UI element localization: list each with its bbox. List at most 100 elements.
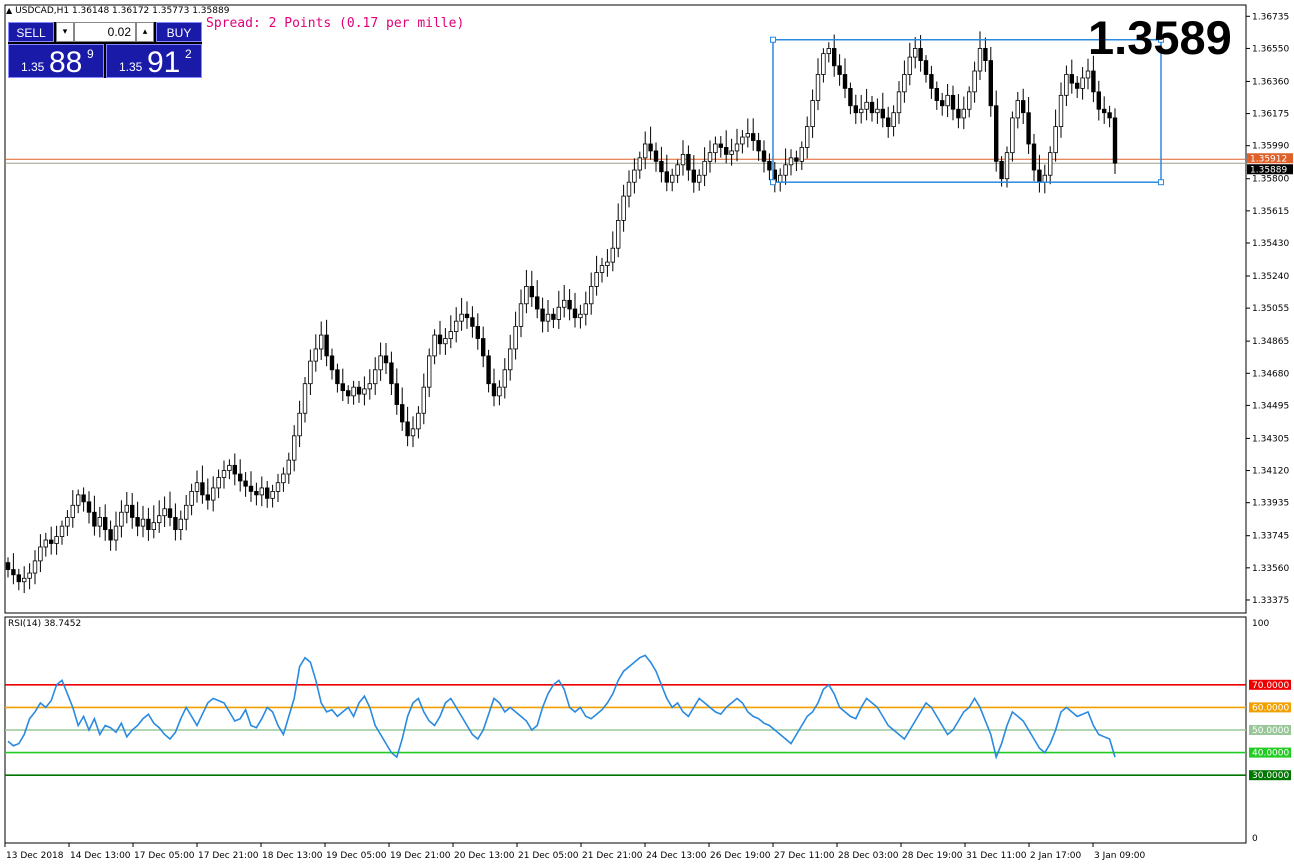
buy-button[interactable]: BUY [156,22,202,42]
price-tick-label: 1.35800 [1252,175,1289,185]
rsi-title: RSI(14) 38.7452 [8,619,82,629]
candle-body [432,334,437,357]
lot-size-input[interactable]: 0.02 [74,22,136,42]
candle-body [210,487,216,501]
candle-body [335,369,340,385]
candle-body [243,480,248,487]
candle-body [1053,126,1058,154]
candle-body [988,60,993,107]
candle-body [513,325,518,350]
sell-button[interactable]: SELL [8,22,54,42]
price-tick-label: 1.35240 [1252,272,1289,282]
time-tick-label: 21 Dec 05:00 [518,851,579,861]
candle-body [886,117,891,127]
time-tick-label: 27 Dec 11:00 [774,851,835,861]
rsi-level-label: 60.0000 [1252,703,1289,713]
candle-body [977,48,983,72]
candle-body [610,247,615,263]
candle-body [1048,152,1053,176]
candle-body [383,355,389,364]
time-tick-label: 18 Dec 13:00 [262,851,323,861]
candle-body [1058,94,1064,128]
price-tick-label: 1.36175 [1252,110,1289,120]
candle-body [189,490,194,506]
candle-body [1037,169,1042,183]
candle-body [972,70,977,93]
symbol-ohlc-text: USDCAD,H1 1.36148 1.36172 1.35773 1.3588… [15,6,230,16]
candle-body [372,369,378,385]
candle-body [637,157,642,171]
candle-body [724,147,729,155]
rsi-level-label: 50.0000 [1252,726,1289,736]
price-tick-label: 1.35615 [1252,207,1289,217]
candle-body [815,74,821,101]
candle-body [11,569,16,576]
candle-body [734,143,740,152]
time-tick-label: 17 Dec 21:00 [198,851,259,861]
candle-body [16,574,21,583]
candle-body [1015,100,1020,119]
price-tick-label: 1.33375 [1252,596,1289,606]
price-tick-label: 1.33560 [1252,564,1289,574]
time-tick-label: 26 Dec 19:00 [710,851,771,861]
candle-body [691,169,696,183]
candle-body [302,383,308,414]
candle-body [459,313,464,322]
candle-body [632,169,637,183]
candle-body [891,112,896,128]
candle-body [21,577,27,583]
lot-decrease-icon[interactable]: ▾ [56,22,74,42]
collapse-triangle-icon[interactable]: ▲ [6,6,12,15]
candle-body [913,48,918,58]
spread-text: Spread: 2 Points (0.17 per mille) [206,16,465,31]
time-tick-label: 19 Dec 21:00 [390,851,451,861]
candle-body [340,383,345,392]
candle-body [767,160,772,171]
candle-body [648,143,653,152]
candle-body [103,517,108,531]
candle-body [92,511,97,527]
candle-body [702,160,707,176]
candle-body [680,153,686,166]
candle-body [259,487,264,496]
candle-body [950,94,956,110]
price-tick-label: 1.34120 [1252,467,1289,477]
candle-body [756,140,761,152]
time-tick-label: 24 Dec 13:00 [646,851,707,861]
candle-body [794,157,799,162]
candle-body [994,105,999,162]
sell-quote-button[interactable]: 1.35 88 9 [8,44,104,79]
candle-body [140,518,146,527]
buy-quote-prefix: 1.35 [119,60,143,74]
candle-body [599,265,605,273]
candle-body [410,428,416,437]
candle-body [324,334,329,357]
chart-canvas[interactable]: 1.367351.365501.363601.361751.359901.358… [0,0,1294,867]
candle-body [507,348,513,371]
price-axis: 1.36735 1.36550 1.36360 1.36175 1.35990 1.358… [1246,12,1289,606]
candle-body [464,313,470,319]
candle-body [697,174,702,183]
rsi-levels: 70.0000 60.0000 50.0000 40.0000 30.0000 [5,679,1291,781]
candle-body [448,331,453,339]
candle-body [967,91,972,110]
candle-body [745,133,750,138]
rsi-line [7,654,1116,760]
candle-body [761,150,767,162]
candle-body [146,518,151,531]
buy-quote-fraction: 2 [185,47,192,61]
candle-body [1026,112,1031,145]
candle-body [961,108,966,119]
candle-body [805,126,810,148]
candle-body [5,562,11,570]
candle-body [556,306,561,320]
lot-increase-icon[interactable]: ▴ [136,22,154,42]
price-tick-label: 1.36360 [1252,77,1289,87]
candle-body [394,383,399,405]
candle-body [983,48,988,61]
buy-quote-button[interactable]: 1.35 91 2 [106,44,202,79]
rsi-tick-label: 0 [1252,834,1258,844]
candle-body [616,220,621,249]
candle-body [1102,108,1107,114]
big-price-display: 1.3589 [1088,11,1232,64]
